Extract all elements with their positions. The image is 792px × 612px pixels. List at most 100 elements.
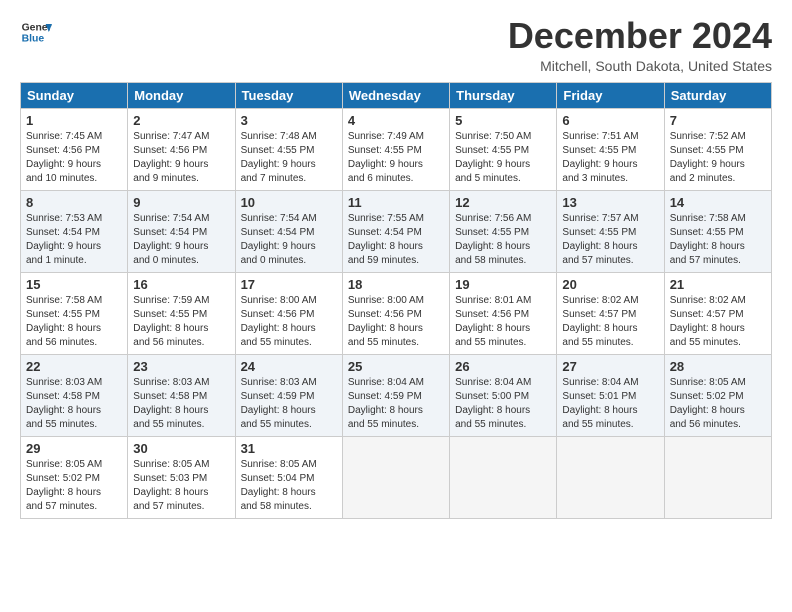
day-info: Sunrise: 7:58 AM Sunset: 4:55 PM Dayligh… — [670, 212, 766, 268]
day-number: 23 — [133, 359, 229, 374]
table-row: 26 Sunrise: 8:04 AM Sunset: 5:00 PM Dayli… — [450, 354, 557, 436]
table-row: 4 Sunrise: 7:49 AM Sunset: 4:55 PM Daylig… — [342, 108, 449, 190]
day-number: 1 — [26, 113, 122, 128]
table-row: 8 Sunrise: 7:53 AM Sunset: 4:54 PM Daylig… — [21, 190, 128, 272]
day-number: 22 — [26, 359, 122, 374]
col-wednesday: Wednesday — [342, 82, 449, 108]
day-info: Sunrise: 7:47 AM Sunset: 4:56 PM Dayligh… — [133, 130, 229, 186]
day-info: Sunrise: 8:05 AM Sunset: 5:02 PM Dayligh… — [26, 458, 122, 514]
table-row: 5Sunrise: 7:50 AM Sunset: 4:55 PM Daylig… — [450, 108, 557, 190]
table-row: 24 Sunrise: 8:03 AM Sunset: 4:59 PM Dayli… — [235, 354, 342, 436]
day-info: Sunrise: 8:03 AM Sunset: 4:58 PM Dayligh… — [26, 376, 122, 432]
day-info: Sunrise: 8:04 AM Sunset: 5:00 PM Dayligh… — [455, 376, 551, 432]
calendar-table: Sunday Monday Tuesday Wednesday Thursday… — [20, 82, 772, 519]
table-row: 1 Sunrise: 7:45 AM Sunset: 4:56 PM Daylig… — [21, 108, 128, 190]
table-row: 19 Sunrise: 8:01 AM Sunset: 4:56 PM Dayli… — [450, 272, 557, 354]
day-info: Sunrise: 7:53 AM Sunset: 4:54 PM Dayligh… — [26, 212, 122, 268]
table-row: 7Sunrise: 7:52 AM Sunset: 4:55 PM Daylig… — [664, 108, 771, 190]
day-number: 3 — [241, 113, 337, 128]
col-tuesday: Tuesday — [235, 82, 342, 108]
day-info: Sunrise: 7:58 AM Sunset: 4:55 PM Dayligh… — [26, 294, 122, 350]
day-info: Sunrise: 7:52 AM Sunset: 4:55 PM Dayligh… — [670, 130, 766, 186]
table-row: 11 Sunrise: 7:55 AM Sunset: 4:54 PM Dayli… — [342, 190, 449, 272]
calendar-week-row: 22 Sunrise: 8:03 AM Sunset: 4:58 PM Dayli… — [21, 354, 772, 436]
day-info: Sunrise: 7:59 AM Sunset: 4:55 PM Dayligh… — [133, 294, 229, 350]
day-info: Sunrise: 8:02 AM Sunset: 4:57 PM Dayligh… — [670, 294, 766, 350]
day-number: 17 — [241, 277, 337, 292]
day-number: 4 — [348, 113, 444, 128]
table-row — [342, 436, 449, 518]
day-number: 18 — [348, 277, 444, 292]
day-info: Sunrise: 8:05 AM Sunset: 5:03 PM Dayligh… — [133, 458, 229, 514]
day-number: 26 — [455, 359, 551, 374]
table-row: 20Sunrise: 8:02 AM Sunset: 4:57 PM Dayli… — [557, 272, 664, 354]
day-number: 12 — [455, 195, 551, 210]
table-row: 25 Sunrise: 8:04 AM Sunset: 4:59 PM Dayli… — [342, 354, 449, 436]
table-row: 31Sunrise: 8:05 AM Sunset: 5:04 PM Dayli… — [235, 436, 342, 518]
day-number: 8 — [26, 195, 122, 210]
table-row: 15 Sunrise: 7:58 AM Sunset: 4:55 PM Dayli… — [21, 272, 128, 354]
day-number: 9 — [133, 195, 229, 210]
table-row — [450, 436, 557, 518]
day-info: Sunrise: 7:54 AM Sunset: 4:54 PM Dayligh… — [133, 212, 229, 268]
day-info: Sunrise: 8:04 AM Sunset: 5:01 PM Dayligh… — [562, 376, 658, 432]
table-row: 12Sunrise: 7:56 AM Sunset: 4:55 PM Dayli… — [450, 190, 557, 272]
svg-text:Blue: Blue — [22, 34, 45, 45]
table-row: 2 Sunrise: 7:47 AM Sunset: 4:56 PM Daylig… — [128, 108, 235, 190]
day-number: 5 — [455, 113, 551, 128]
day-number: 19 — [455, 277, 551, 292]
day-info: Sunrise: 8:03 AM Sunset: 4:58 PM Dayligh… — [133, 376, 229, 432]
day-number: 2 — [133, 113, 229, 128]
calendar-week-row: 29 Sunrise: 8:05 AM Sunset: 5:02 PM Dayli… — [21, 436, 772, 518]
day-number: 11 — [348, 195, 444, 210]
day-number: 25 — [348, 359, 444, 374]
table-row: 21 Sunrise: 8:02 AM Sunset: 4:57 PM Dayli… — [664, 272, 771, 354]
month-title: December 2024 — [508, 16, 772, 56]
day-number: 10 — [241, 195, 337, 210]
table-row: 29 Sunrise: 8:05 AM Sunset: 5:02 PM Dayli… — [21, 436, 128, 518]
day-info: Sunrise: 7:49 AM Sunset: 4:55 PM Dayligh… — [348, 130, 444, 186]
day-number: 13 — [562, 195, 658, 210]
logo: General Blue — [20, 16, 52, 48]
day-number: 21 — [670, 277, 766, 292]
col-sunday: Sunday — [21, 82, 128, 108]
table-row: 28Sunrise: 8:05 AM Sunset: 5:02 PM Dayli… — [664, 354, 771, 436]
day-info: Sunrise: 7:45 AM Sunset: 4:56 PM Dayligh… — [26, 130, 122, 186]
table-row: 16 Sunrise: 7:59 AM Sunset: 4:55 PM Dayli… — [128, 272, 235, 354]
table-row: 22 Sunrise: 8:03 AM Sunset: 4:58 PM Dayli… — [21, 354, 128, 436]
day-number: 31 — [241, 441, 337, 456]
day-number: 16 — [133, 277, 229, 292]
day-info: Sunrise: 8:00 AM Sunset: 4:56 PM Dayligh… — [241, 294, 337, 350]
day-info: Sunrise: 7:55 AM Sunset: 4:54 PM Dayligh… — [348, 212, 444, 268]
day-info: Sunrise: 8:05 AM Sunset: 5:02 PM Dayligh… — [670, 376, 766, 432]
col-friday: Friday — [557, 82, 664, 108]
table-row — [664, 436, 771, 518]
table-row: 14 Sunrise: 7:58 AM Sunset: 4:55 PM Dayli… — [664, 190, 771, 272]
table-row — [557, 436, 664, 518]
table-row: 13Sunrise: 7:57 AM Sunset: 4:55 PM Dayli… — [557, 190, 664, 272]
calendar-week-row: 8 Sunrise: 7:53 AM Sunset: 4:54 PM Daylig… — [21, 190, 772, 272]
table-row: 23 Sunrise: 8:03 AM Sunset: 4:58 PM Dayli… — [128, 354, 235, 436]
day-number: 24 — [241, 359, 337, 374]
col-thursday: Thursday — [450, 82, 557, 108]
table-row: 18Sunrise: 8:00 AM Sunset: 4:56 PM Dayli… — [342, 272, 449, 354]
day-number: 29 — [26, 441, 122, 456]
day-info: Sunrise: 8:03 AM Sunset: 4:59 PM Dayligh… — [241, 376, 337, 432]
logo-icon: General Blue — [20, 16, 52, 48]
table-row: 9 Sunrise: 7:54 AM Sunset: 4:54 PM Daylig… — [128, 190, 235, 272]
table-row: 6Sunrise: 7:51 AM Sunset: 4:55 PM Daylig… — [557, 108, 664, 190]
title-block: December 2024 Mitchell, South Dakota, Un… — [508, 16, 772, 74]
day-info: Sunrise: 8:01 AM Sunset: 4:56 PM Dayligh… — [455, 294, 551, 350]
table-row: 30Sunrise: 8:05 AM Sunset: 5:03 PM Dayli… — [128, 436, 235, 518]
day-info: Sunrise: 8:04 AM Sunset: 4:59 PM Dayligh… — [348, 376, 444, 432]
calendar-week-row: 15 Sunrise: 7:58 AM Sunset: 4:55 PM Dayli… — [21, 272, 772, 354]
day-number: 14 — [670, 195, 766, 210]
header: General Blue December 2024 Mitchell, Sou… — [20, 16, 772, 74]
day-info: Sunrise: 8:02 AM Sunset: 4:57 PM Dayligh… — [562, 294, 658, 350]
day-number: 15 — [26, 277, 122, 292]
table-row: 17 Sunrise: 8:00 AM Sunset: 4:56 PM Dayli… — [235, 272, 342, 354]
col-saturday: Saturday — [664, 82, 771, 108]
table-row: 27Sunrise: 8:04 AM Sunset: 5:01 PM Dayli… — [557, 354, 664, 436]
day-number: 6 — [562, 113, 658, 128]
day-info: Sunrise: 7:48 AM Sunset: 4:55 PM Dayligh… — [241, 130, 337, 186]
